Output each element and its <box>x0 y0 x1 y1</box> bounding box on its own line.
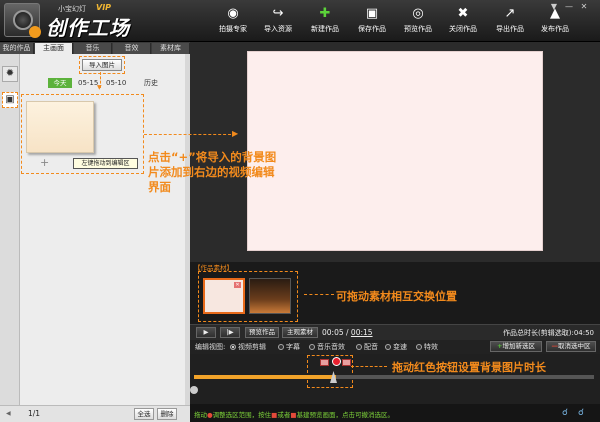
menu-icon[interactable]: ▼ <box>547 2 561 11</box>
app-logo <box>4 3 41 38</box>
add-to-editor-icon[interactable]: + <box>40 156 49 169</box>
current-time: 00:05 <box>322 328 344 337</box>
date-filter-history[interactable]: 历史 <box>144 78 158 88</box>
track-start-knob[interactable] <box>190 386 198 394</box>
film-reel-icon[interactable]: ✹ <box>2 66 18 82</box>
pager-bar: ◀ 1/1 全选 删除 <box>0 405 190 422</box>
page-indicator: 1/1 <box>28 409 41 418</box>
play-button[interactable]: ▶ <box>196 327 216 338</box>
badge-icon <box>29 26 41 38</box>
delete-button[interactable]: 删除 <box>157 408 177 420</box>
import-arrow-head: ▼ <box>97 84 102 91</box>
radio-dubbing[interactable]: 配音 <box>356 342 378 352</box>
close-icon[interactable]: ✕ <box>577 2 591 11</box>
import-resource-button[interactable]: ↪ 导入资源 <box>251 5 305 39</box>
zoom-in-icon[interactable]: ☌ <box>562 408 568 418</box>
close-doc-icon: ✖ <box>457 6 469 21</box>
radio-speed[interactable]: 变速 <box>385 342 407 352</box>
edit-view-row: 编辑视图: 视频剪辑 字幕 音乐音效 配音 变速 特效 +增加新选区 —取消选中… <box>190 340 600 354</box>
tab-sound-effects[interactable]: 音效 <box>113 43 151 54</box>
timeline-controls: ▶ |▶ 预览作品 主观素材 00:05 / 00:15 作品总时长(剪辑选取)… <box>190 324 600 340</box>
radio-subtitle[interactable]: 字幕 <box>278 342 300 352</box>
step-button[interactable]: |▶ <box>220 327 240 338</box>
material-clip-video[interactable] <box>249 278 291 314</box>
new-project-button[interactable]: ✚ 新建作品 <box>298 5 352 39</box>
zoom-out-icon[interactable]: ☌ <box>578 408 584 418</box>
side-rail: ✹ ▣ <box>0 54 20 409</box>
project-total-duration: 作品总时长(剪辑选取):04:50 <box>503 329 594 337</box>
duration-instruction: 拖动红色按钮设置背景图片时长 <box>392 361 546 374</box>
date-filter-0515[interactable]: 05-15 <box>78 78 98 88</box>
top-toolbar: 小宝幻灯 VIP 创作工场 ◉ 拍摄专家 ↪ 导入资源 ✚ 新建作品 ▣ 保存作… <box>0 0 600 42</box>
duration-arrow-line <box>351 366 387 367</box>
remove-clip-icon[interactable]: ✕ <box>234 282 241 288</box>
new-icon: ✚ <box>319 6 331 21</box>
tab-bar: 我的作品 主画面 音乐 音效 素材库 <box>0 42 190 54</box>
page-prev-icon[interactable]: ◀ <box>6 410 11 417</box>
eye-icon: ◎ <box>412 6 424 21</box>
import-image-button[interactable]: 导入图片 <box>82 59 122 71</box>
today-filter[interactable]: 今天 <box>48 78 72 88</box>
image-icon[interactable]: ▣ <box>2 92 18 108</box>
brand-vip: VIP <box>96 3 112 12</box>
range-start-marker[interactable] <box>320 359 329 366</box>
save-icon: ▣ <box>365 6 379 21</box>
radio-effects[interactable]: 特效 <box>416 342 438 352</box>
add-selection-button[interactable]: +增加新选区 <box>490 341 542 352</box>
camera-icon: ◉ <box>227 6 239 21</box>
status-hint: 拖动●调整选区范围，按住■或者■基建预览画面，点击可撤消选区。 <box>194 411 394 419</box>
range-end-marker[interactable] <box>342 359 351 366</box>
drag-tooltip: 左键拖动到编辑区 <box>73 158 138 169</box>
track-progress <box>194 375 336 379</box>
tab-music[interactable]: 音乐 <box>74 43 112 54</box>
window-controls: ▼ — ✕ <box>546 2 596 12</box>
tab-my-works[interactable]: 我的作品 <box>0 43 34 54</box>
timeline-preview-button[interactable]: 预览作品 <box>245 327 279 338</box>
annotation-arrow-head: ▶ <box>232 129 239 138</box>
status-bar: 拖动●调整选区范围，按住■或者■基建预览画面，点击可撤消选区。 ☌ ☌ <box>190 404 600 422</box>
date-filter-0510[interactable]: 05-10 <box>106 78 126 88</box>
swap-instruction: 可拖动素材相互交换位置 <box>336 290 457 303</box>
brand-main: 创作工场 <box>46 16 130 40</box>
total-time: 00:15 <box>350 328 373 337</box>
select-all-button[interactable]: 全选 <box>134 408 154 420</box>
swap-arrow-line <box>304 294 334 295</box>
export-icon: ↗ <box>504 6 516 21</box>
mode-button[interactable]: 主观素材 <box>282 327 318 338</box>
background-image-thumbnail[interactable] <box>26 101 94 153</box>
preview-canvas[interactable] <box>247 51 543 251</box>
close-project-button[interactable]: ✖ 关闭作品 <box>436 5 490 39</box>
minimize-icon[interactable]: — <box>562 2 576 11</box>
duration-handle[interactable] <box>332 357 341 366</box>
material-clip-background[interactable]: ✕ <box>203 278 245 314</box>
import-instruction: 点击“+”将导入的背景图片添加到右边的视频编辑界面 <box>148 150 277 194</box>
import-icon: ↪ <box>272 6 284 21</box>
annotation-arrow-line <box>144 134 236 135</box>
time-readout: 00:05 / 00:15 <box>322 328 373 337</box>
radio-video-edit[interactable]: 视频剪辑 <box>230 342 266 352</box>
left-panel: 我的作品 主画面 音乐 音效 素材库 ✹ ▣ 导入图片 今天 05-15 05-… <box>0 42 190 422</box>
cancel-selection-button[interactable]: —取消选中区 <box>546 341 596 352</box>
edit-view-label: 编辑视图: <box>195 343 226 351</box>
tab-material-library[interactable]: 素材库 <box>152 43 190 54</box>
radio-music-effects[interactable]: 音乐音效 <box>309 342 345 352</box>
tab-main-screen[interactable]: 主画面 <box>35 43 73 54</box>
